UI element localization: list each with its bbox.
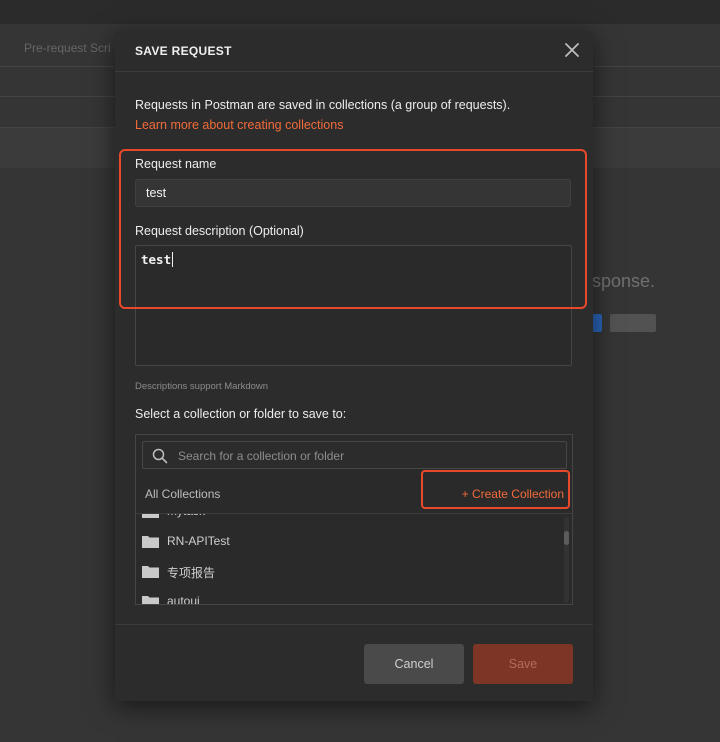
folder-icon [142,514,159,518]
collection-item[interactable]: autoui [142,591,552,604]
collection-search-input[interactable]: Search for a collection or folder [142,441,567,469]
collection-item-label: autoui [167,594,200,604]
search-icon [152,448,168,464]
folder-icon [142,566,159,578]
request-name-input[interactable]: test [135,179,571,207]
collection-item[interactable]: mytask [142,514,552,523]
collection-list[interactable]: mytask RN-APITest 专项报告 autoui [136,514,572,604]
collection-item-label: 专项报告 [167,566,216,580]
list-scrollbar[interactable] [564,517,569,603]
save-request-dialog: SAVE REQUEST Requests in Postman are sav… [115,31,593,701]
collection-item-label: RN-APITest [167,534,230,548]
text-cursor [172,252,174,267]
close-icon[interactable] [561,39,583,61]
dialog-intro-text: Requests in Postman are saved in collect… [135,98,511,112]
learn-more-link[interactable]: Learn more about creating collections [135,118,343,132]
collection-item[interactable]: 专项报告 [142,561,552,583]
create-collection-button[interactable]: + Create Collection [462,487,564,501]
folder-icon [142,536,159,548]
collection-item-label: mytask [167,514,205,518]
collection-picker: Search for a collection or folder All Co… [135,434,573,605]
request-description-label: Request description (Optional) [135,224,304,238]
folder-icon [142,596,159,604]
collection-item[interactable]: RN-APITest [142,531,552,553]
cancel-button[interactable]: Cancel [364,644,464,684]
description-text: test [141,252,172,267]
scrollbar-thumb[interactable] [564,531,569,545]
footer-divider [115,624,593,625]
collection-select-label: Select a collection or folder to save to… [135,407,347,421]
dialog-header: SAVE REQUEST [115,31,593,72]
search-placeholder: Search for a collection or folder [178,449,345,463]
save-button[interactable]: Save [473,644,573,684]
request-description-textarea[interactable]: test [135,245,572,366]
all-collections-breadcrumb[interactable]: All Collections [145,487,220,501]
request-name-label: Request name [135,157,217,171]
dialog-title: SAVE REQUEST [135,44,232,58]
markdown-note: Descriptions support Markdown [135,381,269,392]
